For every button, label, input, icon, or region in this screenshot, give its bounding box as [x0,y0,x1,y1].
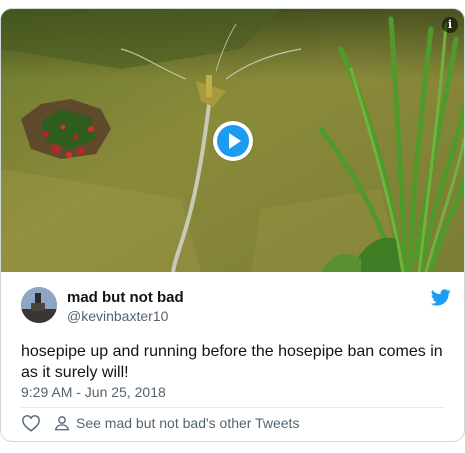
video-thumbnail[interactable]: i [1,9,464,272]
play-button[interactable] [213,121,253,161]
play-icon [217,125,249,157]
divider [21,407,444,408]
user-handle[interactable]: @kevinbaxter10 [67,308,168,324]
other-tweets-link[interactable]: See mad but not bad's other Tweets [76,415,299,431]
tweet-timestamp[interactable]: 9:29 AM - Jun 25, 2018 [21,384,166,400]
info-icon[interactable]: i [442,17,458,33]
display-name[interactable]: mad but not bad [67,289,184,306]
avatar[interactable] [21,287,57,323]
twitter-bird-icon[interactable] [430,289,451,311]
avatar-image [21,287,57,323]
embedded-tweet-card: i mad but not bad @kevinbaxter10 hosepip… [0,8,465,442]
tweet-actions: See mad but not bad's other Tweets [21,411,299,435]
tweet-header: mad but not bad @kevinbaxter10 [21,287,451,327]
tweet-text: hosepipe up and running before the hosep… [21,343,443,381]
heart-icon[interactable] [21,414,41,432]
person-icon [53,414,71,432]
